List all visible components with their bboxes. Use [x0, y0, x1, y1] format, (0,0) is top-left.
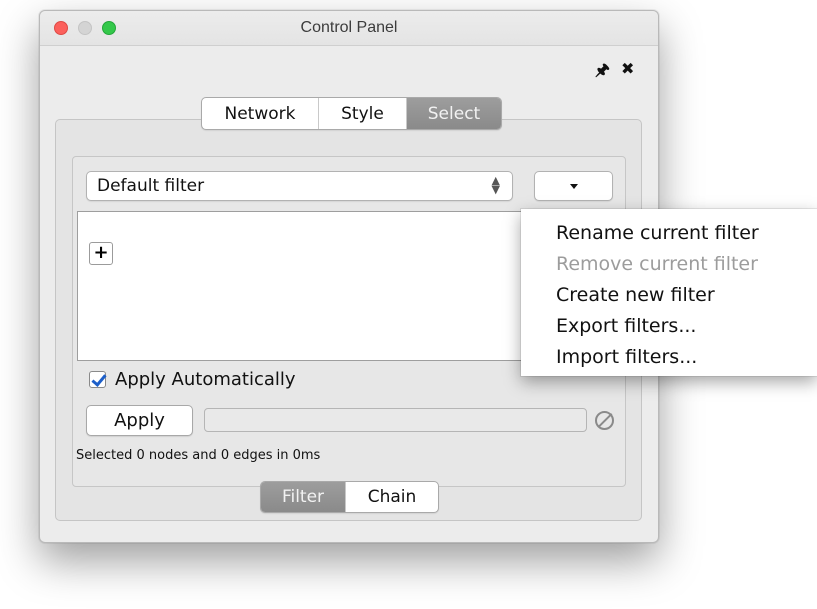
- apply-automatically-checkbox[interactable]: [89, 371, 106, 388]
- apply-automatically-label: Apply Automatically: [115, 369, 296, 390]
- menu-item-export-filters[interactable]: Export filters...: [521, 312, 817, 343]
- filter-select-value: Default filter: [97, 176, 205, 196]
- pin-icon[interactable]: 🖈︎: [595, 59, 610, 86]
- add-condition-button[interactable]: +: [89, 242, 113, 265]
- filter-select[interactable]: Default filter ▲ ▼: [86, 171, 513, 201]
- tab-network[interactable]: Network: [202, 98, 319, 129]
- menu-item-rename-filter[interactable]: Rename current filter: [521, 219, 817, 250]
- filter-options-button[interactable]: [534, 171, 613, 201]
- tab-select[interactable]: Select: [407, 98, 501, 129]
- apply-automatically-option[interactable]: Apply Automatically: [89, 369, 296, 390]
- filter-options-menu: Rename current filter Remove current fil…: [521, 209, 817, 376]
- menu-item-import-filters[interactable]: Import filters...: [521, 343, 817, 374]
- status-text: Selected 0 nodes and 0 edges in 0ms: [76, 448, 321, 463]
- updown-arrows-icon: ▲ ▼: [491, 174, 500, 196]
- tab-chain[interactable]: Chain: [346, 482, 438, 512]
- menu-item-remove-filter: Remove current filter: [556, 253, 758, 275]
- cancel-icon[interactable]: [595, 411, 614, 430]
- tab-style[interactable]: Style: [319, 98, 407, 129]
- progress-bar: [204, 408, 587, 432]
- panel-tabs: Network Style Select: [201, 97, 502, 130]
- screen: Control Panel 🖈︎ ✖︎ Network Style Select…: [0, 0, 817, 609]
- filter-chain-tabs: Filter Chain: [260, 481, 439, 513]
- tab-filter[interactable]: Filter: [261, 482, 346, 512]
- menu-item-create-filter[interactable]: Create new filter: [521, 281, 817, 312]
- window-title: Control Panel: [300, 19, 398, 36]
- chevron-down-icon: [569, 183, 578, 189]
- close-icon[interactable]: ✖︎: [621, 59, 634, 78]
- title-bar[interactable]: Control Panel: [40, 11, 658, 46]
- apply-button[interactable]: Apply: [86, 405, 193, 436]
